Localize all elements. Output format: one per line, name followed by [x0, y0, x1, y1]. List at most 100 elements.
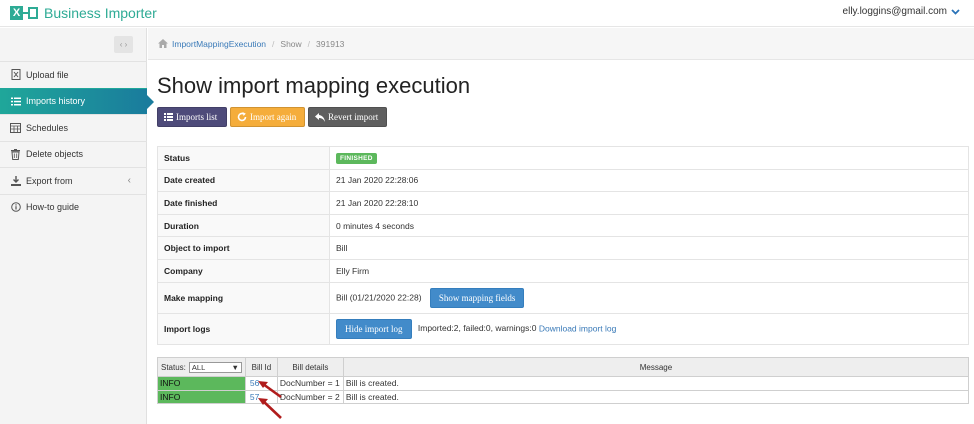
imports-list-label: Imports list	[176, 112, 218, 122]
bill-details: DocNumber = 1	[276, 376, 344, 391]
sidebar-item-delete-objects[interactable]: Delete objects	[0, 140, 147, 168]
revert-import-label: Revert import	[328, 112, 379, 122]
app-name: Business Importer	[44, 5, 157, 21]
download-icon	[10, 175, 21, 186]
execution-details-table: Status FINISHED Date created 21 Jan 2020…	[157, 146, 969, 345]
detail-label: Date created	[157, 168, 330, 193]
detail-row-date-created: Date created 21 Jan 2020 22:28:06	[157, 168, 969, 193]
list-icon	[164, 113, 173, 121]
log-status: INFO	[157, 376, 246, 391]
import-again-label: Import again	[250, 112, 297, 122]
detail-value: Hide import log Imported:2, failed:0, wa…	[329, 312, 969, 345]
log-message: Bill is created.	[342, 376, 970, 391]
table-row: INFO 56 DocNumber = 1 Bill is created.	[157, 376, 970, 391]
calendar-icon	[10, 122, 21, 133]
mapping-value: Bill (01/21/2020 22:28)	[336, 291, 422, 302]
sidebar-item-label: Delete objects	[26, 149, 84, 160]
revert-import-button[interactable]: Revert import	[308, 107, 387, 127]
detail-label: Duration	[157, 213, 330, 238]
refresh-icon	[237, 112, 247, 122]
chevron-left-icon: ‹	[127, 175, 131, 187]
bill-details-header: Bill details	[276, 357, 344, 377]
import-summary: Imported:2, failed:0, warnings:0	[417, 322, 537, 333]
bill-details: DocNumber = 2	[276, 389, 344, 404]
detail-label: Date finished	[157, 191, 330, 215]
breadcrumb-current: Show	[280, 38, 302, 49]
breadcrumb-separator: /	[307, 38, 311, 49]
table-row: INFO 57 DocNumber = 2 Bill is created.	[157, 389, 970, 404]
download-import-log-link[interactable]: Download import log	[539, 323, 616, 333]
sidebar-collapse-button[interactable]: ‹ ›	[114, 36, 133, 53]
chevron-down-icon	[951, 8, 960, 15]
detail-label: Object to import	[157, 236, 330, 260]
status-filter-label: Status:	[161, 362, 186, 372]
detail-row-duration: Duration 0 minutes 4 seconds	[157, 213, 969, 238]
logo-mark: X	[10, 6, 23, 20]
upload-file-icon	[10, 69, 21, 81]
detail-label: Company	[157, 258, 330, 283]
user-email: elly.loggins@gmail.com	[842, 6, 947, 17]
sidebar-item-label: How-to guide	[26, 202, 80, 213]
sidebar-item-label: Upload file	[26, 69, 69, 80]
detail-value: Bill (01/21/2020 22:28) Show mapping fie…	[329, 281, 969, 314]
show-mapping-fields-button[interactable]: Show mapping fields	[429, 287, 525, 308]
detail-row-company: Company Elly Firm	[157, 258, 969, 283]
detail-value: Elly Firm	[329, 258, 969, 283]
status-filter-select[interactable]: ALL ▼	[188, 361, 242, 373]
chevrons-left-right-icon: ‹ ›	[119, 40, 128, 49]
caret-down-icon: ▼	[231, 362, 239, 372]
home-icon[interactable]	[158, 39, 168, 48]
detail-label: Import logs	[157, 312, 330, 345]
detail-row-object: Object to import Bill	[157, 236, 969, 260]
sidebar-item-export-from[interactable]: Export from ‹	[0, 167, 147, 194]
detail-label: Status	[157, 146, 330, 170]
status-badge: FINISHED	[336, 152, 377, 164]
logo-box	[28, 7, 38, 19]
sidebar-item-imports-history[interactable]: Imports history	[0, 87, 154, 114]
detail-value: Bill	[329, 236, 969, 260]
breadcrumb-link[interactable]: ImportMappingExecution	[172, 39, 266, 49]
sidebar-nav: Upload file Imports history Schedules De…	[0, 61, 154, 221]
status-filter: Status: ALL ▼	[161, 361, 242, 373]
sidebar: ‹ › Upload file Imports history Schedule…	[0, 28, 154, 424]
log-status: INFO	[157, 389, 246, 404]
sidebar-item-label: Schedules	[26, 122, 69, 133]
detail-row-status: Status FINISHED	[157, 146, 969, 170]
breadcrumb: ImportMappingExecution / Show / 391913	[148, 28, 974, 60]
log-message: Bill is created.	[342, 389, 970, 404]
message-header: Message	[342, 357, 970, 377]
sidebar-item-how-to-guide[interactable]: How-to guide	[0, 193, 147, 221]
detail-value: 0 minutes 4 seconds	[329, 213, 969, 238]
import-again-button[interactable]: Import again	[230, 107, 305, 127]
breadcrumb-separator: /	[272, 38, 275, 49]
reply-icon	[315, 112, 325, 122]
bill-id-link[interactable]: 57	[244, 389, 278, 404]
import-log-table: Status: ALL ▼ Bill Id Bill details Messa…	[157, 357, 970, 404]
detail-row-mapping: Make mapping Bill (01/21/2020 22:28) Sho…	[157, 281, 969, 314]
app-logo[interactable]: X Business Importer	[10, 4, 157, 22]
detail-row-import-logs: Import logs Hide import log Imported:2, …	[157, 312, 969, 345]
log-header-row: Status: ALL ▼ Bill Id Bill details Messa…	[157, 357, 970, 377]
bill-id-header: Bill Id	[244, 357, 278, 377]
bill-id-link[interactable]: 56	[244, 376, 278, 391]
user-menu[interactable]: elly.loggins@gmail.com	[843, 6, 960, 17]
detail-label: Make mapping	[157, 281, 330, 314]
sidebar-item-label: Export from	[26, 175, 73, 186]
hide-import-log-button[interactable]: Hide import log	[336, 318, 412, 339]
trash-icon	[10, 148, 21, 160]
sidebar-item-label: Imports history	[26, 96, 86, 107]
breadcrumb-id: 391913	[316, 38, 345, 49]
imports-list-button[interactable]: Imports list	[157, 107, 227, 127]
page-title: Show import mapping execution	[157, 73, 471, 98]
list-icon	[10, 97, 21, 106]
info-icon	[10, 202, 21, 213]
status-filter-header: Status: ALL ▼	[157, 357, 246, 377]
sidebar-item-schedules[interactable]: Schedules	[0, 114, 147, 141]
top-bar: X Business Importer elly.loggins@gmail.c…	[0, 0, 974, 27]
action-toolbar: Imports list Import again Revert import	[157, 107, 387, 127]
detail-row-date-finished: Date finished 21 Jan 2020 22:28:10	[157, 191, 969, 215]
detail-value: 21 Jan 2020 22:28:10	[329, 191, 969, 215]
sidebar-item-upload-file[interactable]: Upload file	[0, 61, 147, 88]
detail-value: FINISHED	[329, 146, 969, 170]
detail-value: 21 Jan 2020 22:28:06	[329, 168, 969, 193]
